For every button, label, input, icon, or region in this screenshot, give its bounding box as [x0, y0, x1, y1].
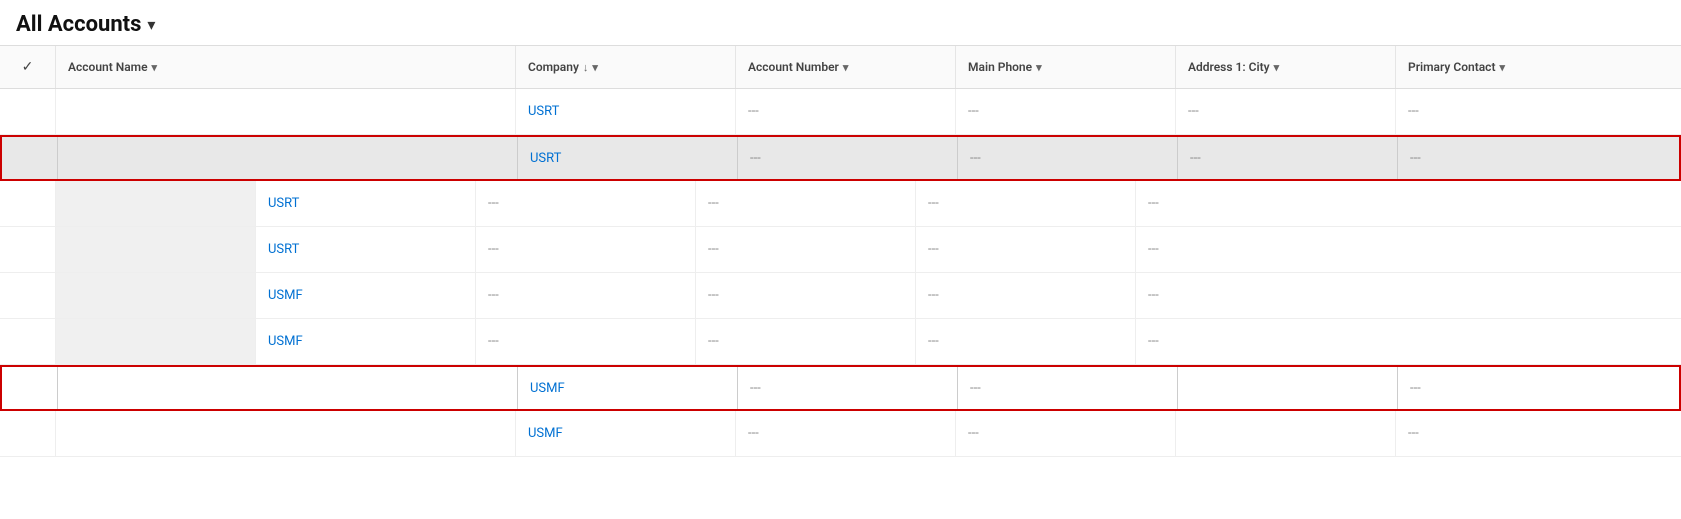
row-2-account-name[interactable]	[58, 137, 518, 179]
row-3-company: USRT	[256, 181, 476, 226]
sort-icon-main-phone[interactable]: ▾	[1036, 61, 1042, 74]
row-6-main-phone: ---	[696, 319, 916, 364]
row-4-account-name-blurred	[56, 227, 256, 272]
header-company-col[interactable]: Company ↓ ▾	[516, 46, 736, 88]
row-1-company-link[interactable]: USRT	[528, 104, 559, 119]
row-5-account-name-blurred	[56, 273, 256, 318]
row-2-account-number: ---	[738, 137, 958, 179]
account-name-header-label[interactable]: Account Name ▾	[68, 60, 157, 74]
sort-icon-account-name[interactable]: ▾	[152, 61, 158, 74]
accounts-table: ✓ Account Name ▾ Company ↓ ▾ Account Num…	[0, 45, 1681, 457]
table-row[interactable]: USMF --- --- ---	[0, 365, 1681, 411]
primary-contact-header-label[interactable]: Primary Contact ▾	[1408, 60, 1505, 74]
row-5-account-number: ---	[476, 273, 696, 318]
sort-icon-address-city[interactable]: ▾	[1274, 61, 1280, 74]
row-6-company-link[interactable]: USMF	[268, 334, 303, 349]
row-4-company: USRT	[256, 227, 476, 272]
sort-icon-company-desc[interactable]: ↓	[583, 61, 589, 74]
row-5-main-phone: ---	[696, 273, 916, 318]
row-1-company: USRT	[516, 89, 736, 134]
table-row[interactable]: USRT --- --- --- ---	[0, 135, 1681, 181]
row-6-check[interactable]	[0, 319, 56, 364]
row-6-account-number: ---	[476, 319, 696, 364]
row-8-main-phone: ---	[956, 411, 1176, 456]
header-account-number-col[interactable]: Account Number ▾	[736, 46, 956, 88]
row-4-address-city: ---	[916, 227, 1136, 272]
table-body: USRT --- --- --- --- USRT ---	[0, 89, 1681, 457]
header-check-col[interactable]: ✓	[0, 46, 56, 88]
row-4-primary-contact: ---	[1136, 227, 1681, 272]
row-8-company: USMF	[516, 411, 736, 456]
table-row[interactable]: USRT --- --- --- ---	[0, 227, 1681, 273]
chevron-down-icon[interactable]: ▾	[147, 15, 155, 34]
row-4-company-link[interactable]: USRT	[268, 242, 299, 257]
main-phone-header-label[interactable]: Main Phone ▾	[968, 60, 1042, 74]
row-8-company-link[interactable]: USMF	[528, 426, 563, 441]
row-5-company: USMF	[256, 273, 476, 318]
row-7-check[interactable]	[2, 367, 58, 409]
sort-icon-primary-contact[interactable]: ▾	[1499, 61, 1505, 74]
row-6-address-city: ---	[916, 319, 1136, 364]
row-2-address-city: ---	[1178, 137, 1398, 179]
row-2-primary-contact: ---	[1398, 137, 1679, 179]
row-4-main-phone: ---	[696, 227, 916, 272]
row-4-check[interactable]	[0, 227, 56, 272]
row-2-company-link[interactable]: USRT	[530, 151, 561, 166]
row-3-address-city: ---	[916, 181, 1136, 226]
sort-icon-account-number[interactable]: ▾	[843, 61, 849, 74]
row-5-check[interactable]	[0, 273, 56, 318]
row-2-company: USRT	[518, 137, 738, 179]
header-account-name-col[interactable]: Account Name ▾	[56, 46, 516, 88]
row-1-account-name[interactable]	[56, 89, 516, 134]
company-header-label[interactable]: Company ↓ ▾	[528, 60, 598, 74]
row-1-address-city: ---	[1176, 89, 1396, 134]
row-3-main-phone: ---	[696, 181, 916, 226]
header-primary-contact-col[interactable]: Primary Contact ▾	[1396, 46, 1681, 88]
row-3-account-number: ---	[476, 181, 696, 226]
header-main-phone-col[interactable]: Main Phone ▾	[956, 46, 1176, 88]
sort-icon-company-chevron[interactable]: ▾	[592, 61, 598, 74]
row-5-company-link[interactable]: USMF	[268, 288, 303, 303]
select-all-checkmark[interactable]: ✓	[22, 59, 34, 75]
row-8-address-city	[1176, 411, 1396, 456]
row-7-company-link[interactable]: USMF	[530, 381, 565, 396]
row-7-company: USMF	[518, 367, 738, 409]
table-header-row: ✓ Account Name ▾ Company ↓ ▾ Account Num…	[0, 45, 1681, 89]
row-4-account-number: ---	[476, 227, 696, 272]
row-7-address-city	[1178, 367, 1398, 409]
row-8-account-number: ---	[736, 411, 956, 456]
table-row[interactable]: USRT --- --- --- ---	[0, 181, 1681, 227]
row-2-check[interactable]	[2, 137, 58, 179]
address-city-header-label[interactable]: Address 1: City ▾	[1188, 60, 1279, 74]
row-7-account-name[interactable]	[58, 367, 518, 409]
row-7-account-number: ---	[738, 367, 958, 409]
account-number-header-label[interactable]: Account Number ▾	[748, 60, 848, 74]
row-6-company: USMF	[256, 319, 476, 364]
row-3-check[interactable]	[0, 181, 56, 226]
row-5-address-city: ---	[916, 273, 1136, 318]
row-8-account-name[interactable]	[56, 411, 516, 456]
table-row[interactable]: USMF --- --- --- ---	[0, 273, 1681, 319]
table-row[interactable]: USMF --- --- ---	[0, 411, 1681, 457]
table-row[interactable]: USMF --- --- --- ---	[0, 319, 1681, 365]
row-7-primary-contact: ---	[1398, 367, 1679, 409]
row-5-primary-contact: ---	[1136, 273, 1681, 318]
row-3-primary-contact: ---	[1136, 181, 1681, 226]
row-3-account-name-blurred	[56, 181, 256, 226]
header-address-city-col[interactable]: Address 1: City ▾	[1176, 46, 1396, 88]
table-row[interactable]: USRT --- --- --- ---	[0, 89, 1681, 135]
row-1-account-number: ---	[736, 89, 956, 134]
row-6-primary-contact: ---	[1136, 319, 1681, 364]
page-title: All Accounts	[16, 12, 141, 37]
page-header: All Accounts ▾	[0, 0, 1681, 45]
row-6-account-name-blurred	[56, 319, 256, 364]
row-8-primary-contact: ---	[1396, 411, 1681, 456]
row-2-main-phone: ---	[958, 137, 1178, 179]
row-3-company-link[interactable]: USRT	[268, 196, 299, 211]
row-1-main-phone: ---	[956, 89, 1176, 134]
row-1-primary-contact: ---	[1396, 89, 1681, 134]
row-7-main-phone: ---	[958, 367, 1178, 409]
row-1-check[interactable]	[0, 89, 56, 134]
row-8-check[interactable]	[0, 411, 56, 456]
